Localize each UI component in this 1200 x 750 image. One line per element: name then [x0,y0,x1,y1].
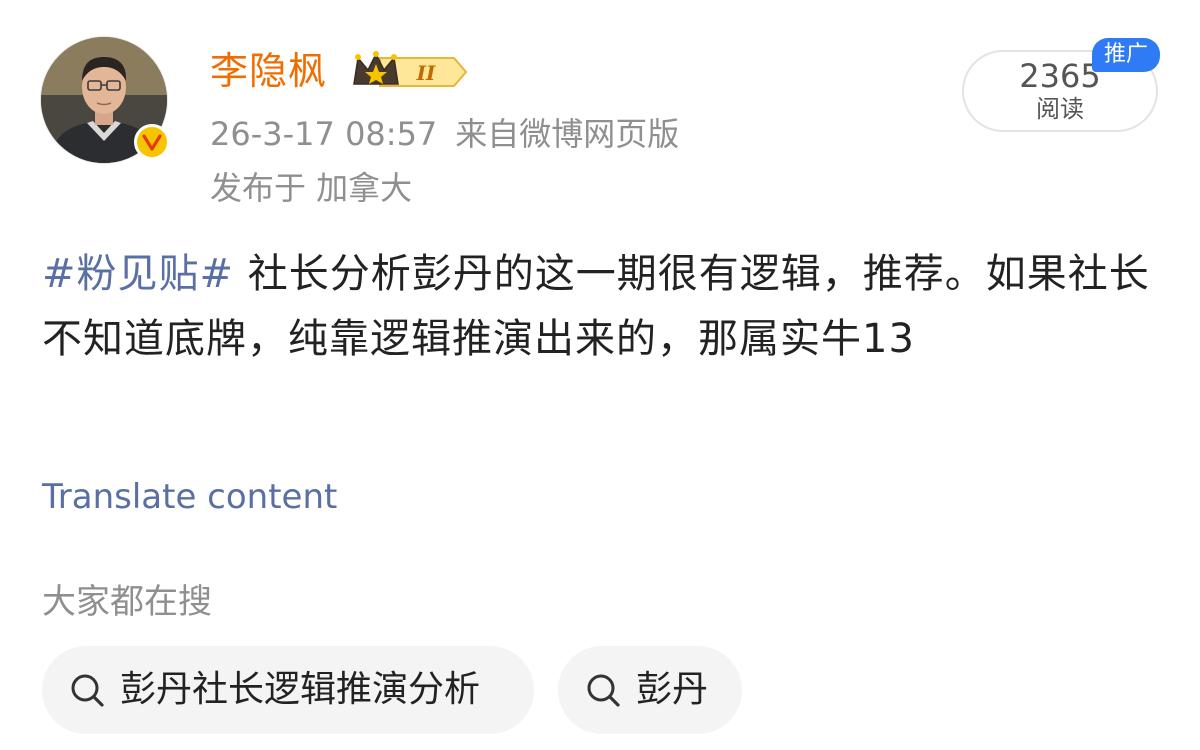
search-icon [587,674,620,707]
search-chip-label: 彭丹社长逻辑推演分析 [120,669,481,710]
level-badge-text: II [416,61,436,85]
search-section-title: 大家都在搜 [42,582,212,622]
hashtag-link[interactable]: #粉见贴# [42,251,234,297]
avatar-container[interactable] [40,36,170,166]
vip-crown-level-badge-icon[interactable]: II [350,50,470,94]
verified-badge-icon [134,124,170,160]
post-meta-line: 26-3-17 08:57 来自微博网页版 [210,112,679,156]
translate-content-link[interactable]: Translate content [42,472,337,522]
post-source: 来自微博网页版 [455,115,680,153]
post-location: 发布于 加拿大 [210,169,413,207]
promo-tag[interactable]: 推广 [1092,38,1160,72]
search-icon [71,674,104,707]
post-timestamp[interactable]: 26-3-17 08:57 [210,115,437,153]
search-chip[interactable]: 彭丹 [558,646,742,734]
username-link[interactable]: 李隐枫 [210,46,327,96]
post-text: #粉见贴# 社长分析彭丹的这一期很有逻辑，推荐。如果社长不知道底牌，纯靠逻辑推演… [42,242,1162,372]
search-chip-label: 彭丹 [636,669,709,710]
search-chip[interactable]: 彭丹社长逻辑推演分析 [42,646,534,734]
read-label: 阅读 [1036,95,1084,123]
